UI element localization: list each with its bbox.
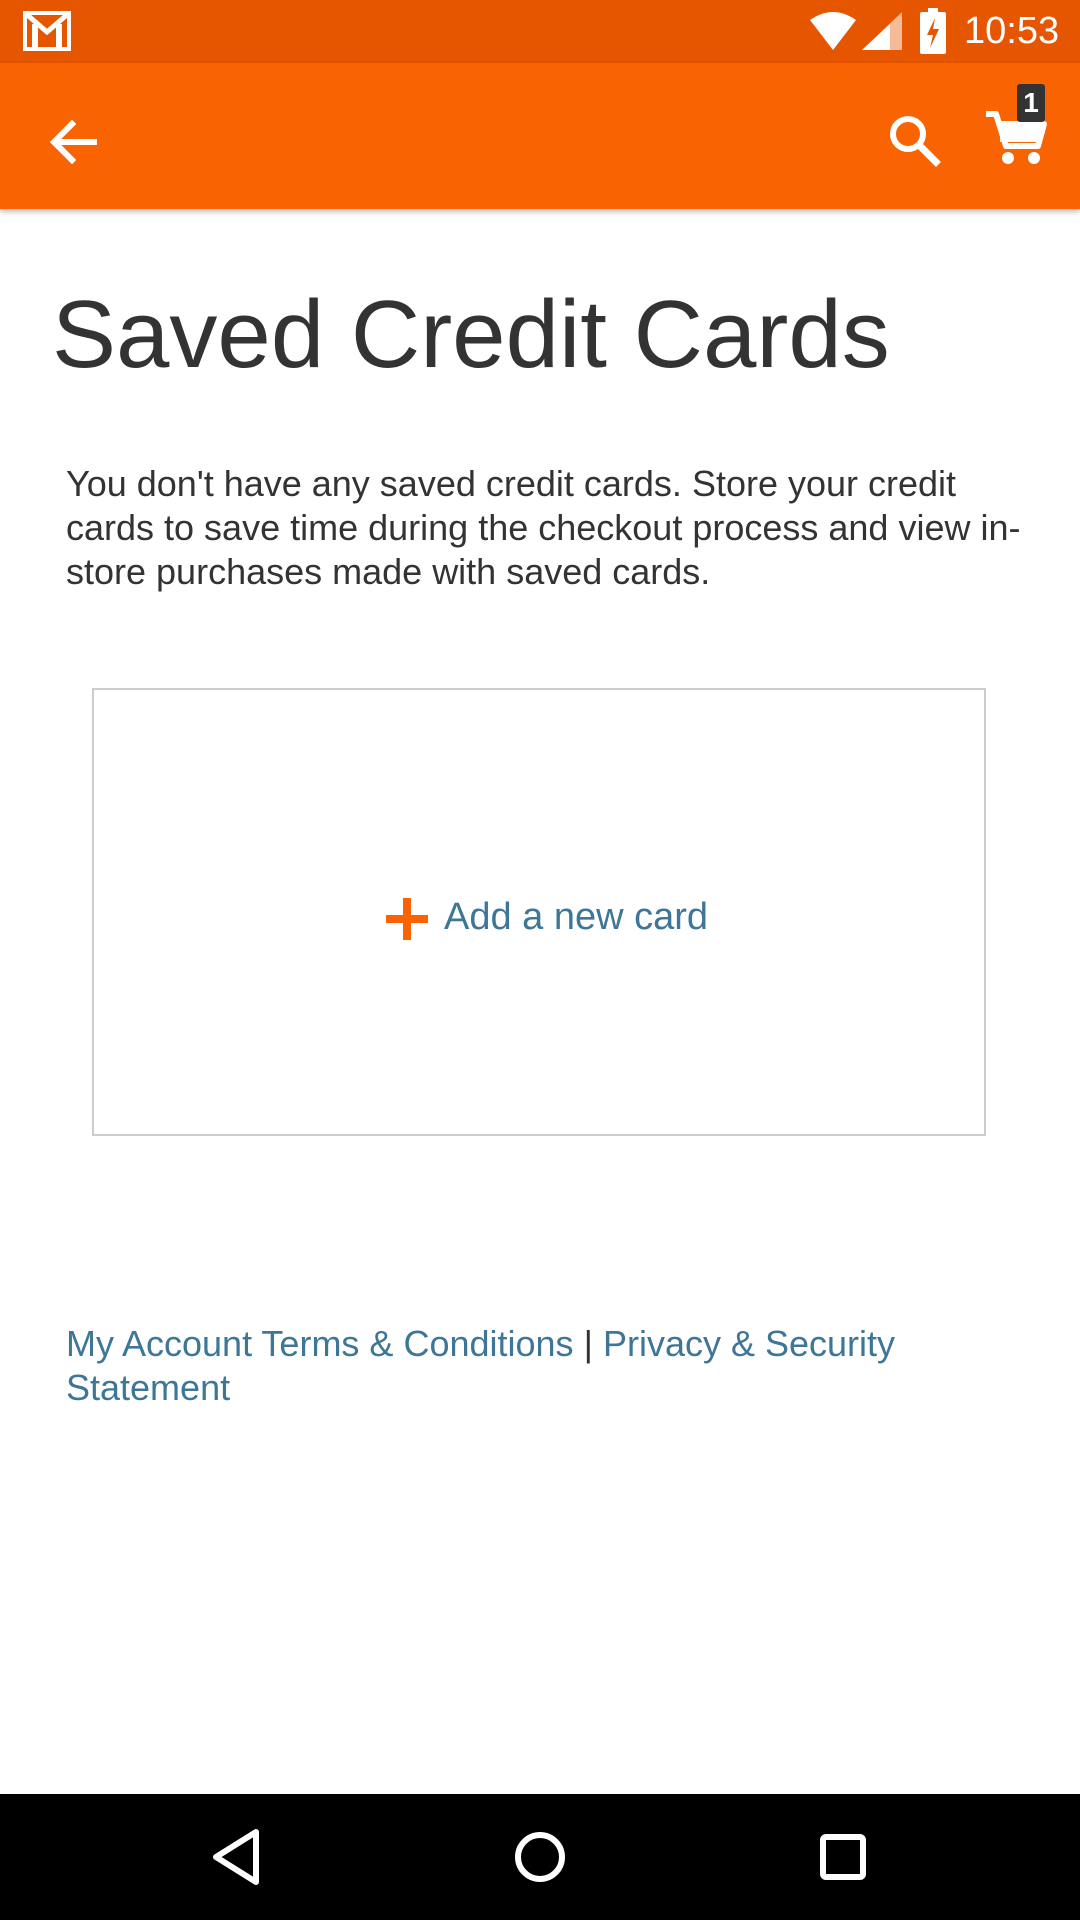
page-title: Saved Credit Cards (52, 281, 890, 388)
search-icon (890, 116, 941, 167)
nav-back-icon (213, 1829, 259, 1885)
battery-charging-icon (920, 8, 946, 54)
status-bar: 10:53 (0, 0, 1080, 63)
nav-recents-button[interactable] (808, 1822, 878, 1892)
app-bar (0, 63, 1080, 209)
gmail-icon (23, 11, 71, 51)
link-separator: | (583, 1323, 593, 1364)
status-clock: 10:53 (964, 10, 1060, 52)
footer-links: My Account Terms & Conditions | Privacy … (66, 1322, 1046, 1410)
terms-link[interactable]: My Account Terms & Conditions (66, 1323, 574, 1364)
add-new-card-button[interactable]: Add a new card (92, 688, 986, 1136)
plus-icon (386, 898, 428, 940)
back-button[interactable] (38, 106, 110, 178)
nav-home-icon (515, 1832, 565, 1882)
search-button[interactable] (878, 104, 950, 176)
add-card-label: Add a new card (444, 896, 709, 938)
cart-count-badge: 1 (1017, 84, 1045, 122)
intro-text: You don't have any saved credit cards. S… (66, 463, 1021, 592)
nav-back-button[interactable] (202, 1822, 272, 1892)
wifi-icon (810, 12, 856, 50)
nav-recents-icon (820, 1834, 866, 1880)
system-nav-bar (0, 1794, 1080, 1920)
arrow-back-icon (49, 119, 97, 165)
nav-home-button[interactable] (505, 1822, 575, 1892)
signal-icon (862, 12, 902, 50)
